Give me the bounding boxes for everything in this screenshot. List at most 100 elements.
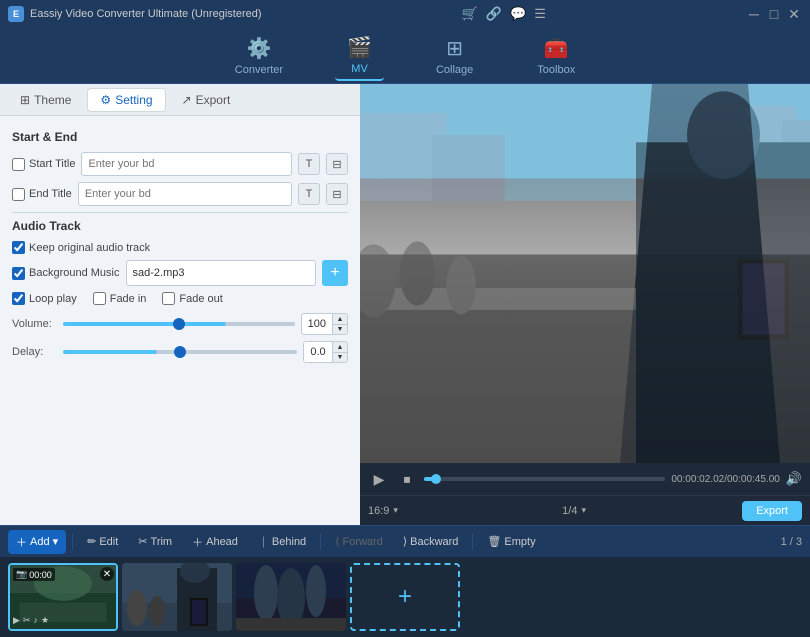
- behind-button[interactable]: ｜ Behind: [250, 530, 314, 554]
- add-button[interactable]: ＋ Add ▾: [8, 530, 66, 554]
- maximize-button[interactable]: □: [766, 6, 782, 22]
- loop-play-checkbox[interactable]: [12, 292, 25, 305]
- tab-theme[interactable]: ⊞ Theme: [8, 89, 83, 111]
- ratio-select[interactable]: 16:9 ▾: [368, 505, 398, 517]
- export-button[interactable]: Export: [742, 501, 802, 521]
- theme-grid-icon: ⊞: [20, 93, 30, 107]
- item-1-close-button[interactable]: ✕: [100, 567, 114, 581]
- keep-original-checkbox[interactable]: [12, 241, 25, 254]
- start-title-font-icon[interactable]: T: [298, 153, 320, 175]
- bottom-toolbar: ＋ Add ▾ ✏ Edit ✂ Trim ＋ Ahead ｜ Behind ⟨…: [0, 525, 810, 557]
- play-small-icon[interactable]: ▶: [13, 615, 20, 626]
- music-file-select[interactable]: sad-2.mp3: [126, 260, 317, 286]
- timeline-item-1[interactable]: 📷 00:00 ✕ ▶ ✂ ♪ ★: [8, 563, 118, 631]
- stop-button[interactable]: ⏹: [396, 468, 418, 490]
- end-title-checkbox[interactable]: [12, 188, 25, 201]
- thumb-1: 📷 00:00 ✕ ▶ ✂ ♪ ★: [10, 565, 116, 629]
- minimize-button[interactable]: ─: [746, 6, 762, 22]
- delay-slider[interactable]: [63, 350, 297, 354]
- start-title-layout-icon[interactable]: ⊟: [326, 153, 348, 175]
- thumb-2: [122, 563, 232, 631]
- tab-setting-label: Setting: [115, 93, 152, 107]
- delay-row: Delay: 0.0 ▲ ▼: [12, 341, 348, 363]
- link-icon[interactable]: 🔗: [486, 6, 502, 22]
- toolbar-divider-2: [320, 533, 321, 551]
- fade-out-checkbox[interactable]: [162, 292, 175, 305]
- behind-icon: ｜: [258, 534, 269, 550]
- cart-icon[interactable]: 🛒: [462, 6, 478, 22]
- fade-out-checkbox-label[interactable]: Fade out: [162, 292, 222, 305]
- tab-export[interactable]: ↗ Export: [170, 89, 243, 111]
- bg-music-checkbox[interactable]: [12, 267, 25, 280]
- add-music-button[interactable]: +: [322, 260, 348, 286]
- start-title-checkbox[interactable]: [12, 158, 25, 171]
- nav-toolbox-label: Toolbox: [537, 64, 575, 76]
- loop-play-label: Loop play: [29, 293, 77, 305]
- loop-play-checkbox-label[interactable]: Loop play: [12, 292, 77, 305]
- trim-button[interactable]: ✂ Trim: [130, 531, 180, 552]
- progress-bar[interactable]: [424, 477, 665, 481]
- thumb-2-svg: [122, 563, 232, 631]
- scissors-icon: ✂: [138, 535, 147, 548]
- volume-down-button[interactable]: ▼: [333, 324, 347, 334]
- end-title-input[interactable]: [78, 182, 292, 206]
- ratio-value: 16:9: [368, 505, 389, 517]
- plus-icon: ＋: [16, 534, 27, 550]
- ahead-button[interactable]: ＋ Ahead: [184, 530, 246, 554]
- keep-original-row: Keep original audio track: [12, 241, 348, 254]
- nav-converter[interactable]: ⚙️ Converter: [223, 32, 295, 80]
- edit-button[interactable]: ✏ Edit: [79, 531, 126, 552]
- start-title-row: Start Title T ⊟: [12, 152, 348, 176]
- time-display: 00:00:02.02/00:00:45.00: [671, 474, 779, 485]
- volume-slider[interactable]: [63, 322, 295, 326]
- fade-in-checkbox-label[interactable]: Fade in: [93, 292, 147, 305]
- fade-in-checkbox[interactable]: [93, 292, 106, 305]
- volume-icon[interactable]: 🔊: [786, 471, 802, 487]
- delay-down-button[interactable]: ▼: [333, 352, 347, 362]
- timeline-add-item[interactable]: +: [350, 563, 460, 631]
- start-title-checkbox-label[interactable]: Start Title: [12, 158, 75, 171]
- tab-export-label: Export: [196, 93, 231, 107]
- end-title-layout-icon[interactable]: ⊟: [326, 183, 348, 205]
- end-title-font-icon[interactable]: T: [298, 183, 320, 205]
- cut-small-icon[interactable]: ✂: [23, 615, 31, 626]
- page-counter: 1 / 3: [781, 536, 802, 548]
- bg-music-label: Background Music: [29, 267, 120, 279]
- tab-setting[interactable]: ⚙ Setting: [87, 88, 165, 112]
- end-title-row: End Title T ⊟: [12, 182, 348, 206]
- bg-music-checkbox-label[interactable]: Background Music: [12, 267, 120, 280]
- volume-value: 100: [302, 316, 332, 332]
- menu-icon[interactable]: ☰: [534, 6, 546, 22]
- item-1-badge: 📷 00:00: [13, 568, 55, 581]
- backward-button[interactable]: ⟩ Backward: [395, 531, 467, 552]
- empty-button[interactable]: 🗑 Empty: [479, 531, 543, 552]
- timeline-item-3[interactable]: [236, 563, 346, 631]
- chat-icon[interactable]: 💬: [510, 6, 526, 22]
- nav-mv[interactable]: 🎬 MV: [335, 31, 384, 81]
- fade-out-label: Fade out: [179, 293, 222, 305]
- title-bar: E Eassiy Video Converter Ultimate (Unreg…: [0, 0, 810, 28]
- star-small-icon[interactable]: ★: [41, 615, 49, 626]
- toolbar-divider-1: [72, 533, 73, 551]
- progress-thumb: [431, 474, 441, 484]
- thumb-3: [236, 563, 346, 631]
- keep-original-checkbox-label[interactable]: Keep original audio track: [12, 241, 150, 254]
- video-overlay-svg: [360, 84, 810, 463]
- volume-up-button[interactable]: ▲: [333, 314, 347, 324]
- timeline-item-2[interactable]: [122, 563, 232, 631]
- delay-up-button[interactable]: ▲: [333, 342, 347, 352]
- nav-collage[interactable]: ⊞ Collage: [424, 32, 485, 80]
- page-select[interactable]: 1/4 ▾: [562, 505, 586, 517]
- nav-toolbox[interactable]: 🧰 Toolbox: [525, 32, 587, 80]
- controls-bar: ▶ ⏹ 00:00:02.02/00:00:45.00 🔊: [360, 463, 810, 495]
- edit-icon: ✏: [87, 535, 96, 548]
- end-title-checkbox-label[interactable]: End Title: [12, 188, 72, 201]
- play-button[interactable]: ▶: [368, 468, 390, 490]
- music-small-icon[interactable]: ♪: [33, 615, 38, 626]
- start-title-input[interactable]: [81, 152, 292, 176]
- start-end-section-title: Start & End: [12, 130, 348, 144]
- close-button[interactable]: ✕: [786, 6, 802, 22]
- forward-button[interactable]: ⟨ Forward: [327, 531, 391, 552]
- tab-theme-label: Theme: [34, 93, 71, 107]
- item-1-controls: ▶ ✂ ♪ ★: [13, 615, 49, 626]
